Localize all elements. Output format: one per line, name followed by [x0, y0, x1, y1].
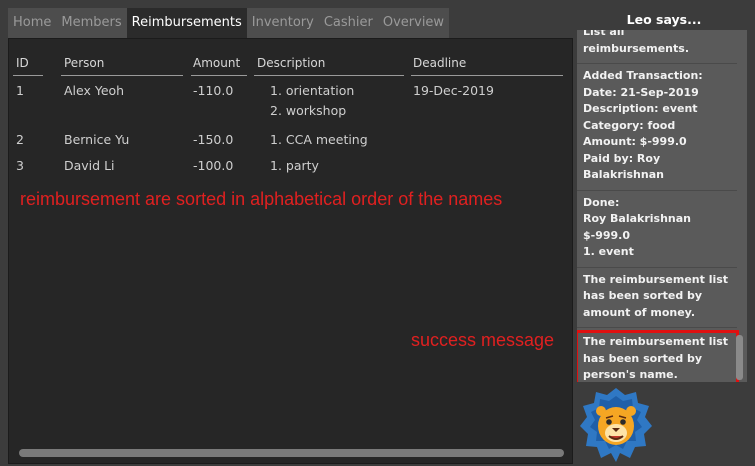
- cell-person: David Li: [64, 158, 115, 173]
- sort-annotation: reimbursement are sorted in alphabetical…: [20, 189, 503, 209]
- tab-reimbursements[interactable]: Reimbursements: [126, 8, 247, 38]
- tab-bar: Home Members Reimbursements Inventory Ca…: [8, 8, 450, 38]
- tab-overview[interactable]: Overview: [377, 8, 450, 38]
- app-window: Home Members Reimbursements Inventory Ca…: [0, 0, 755, 466]
- tab-inventory[interactable]: Inventory: [246, 8, 319, 38]
- cell-id: 3: [16, 158, 24, 173]
- column-header-id: ID: [16, 56, 29, 70]
- tab-cashier[interactable]: Cashier: [318, 8, 378, 38]
- cell-person: Alex Yeoh: [64, 83, 125, 98]
- cell-amount: -150.0: [193, 132, 234, 147]
- success-annotation: success message: [411, 330, 555, 350]
- assistant-message-panel[interactable]: List all reimbursements. Added Transacti…: [577, 30, 747, 382]
- header-divider: [191, 75, 247, 76]
- assistant-message: Added Transaction: Date: 21-Sep-2019 Des…: [577, 68, 737, 191]
- column-header-deadline: Deadline: [413, 56, 467, 70]
- message-list: List all reimbursements. Added Transacti…: [577, 30, 739, 382]
- horizontal-scrollbar[interactable]: [19, 449, 564, 457]
- header-divider: [254, 75, 404, 76]
- cell-id: 1: [16, 83, 24, 98]
- cell-description: 2. workshop: [270, 103, 347, 118]
- lion-icon: [580, 388, 652, 462]
- cell-id: 2: [16, 132, 24, 147]
- column-header-description: Description: [257, 56, 326, 70]
- vertical-scrollbar[interactable]: [736, 335, 743, 380]
- assistant-message: Done: Roy Balakrishnan $-999.0 1. event: [577, 195, 737, 268]
- header-divider: [411, 75, 563, 76]
- header-divider: [13, 75, 43, 76]
- cell-description: 1. CCA meeting: [270, 132, 368, 147]
- cell-description: 1. party: [270, 158, 319, 173]
- assistant-message-highlighted: The reimbursement list has been sorted b…: [577, 330, 739, 382]
- cell-description: 1. orientation: [270, 83, 355, 98]
- header-divider: [61, 75, 183, 76]
- cell-deadline: 19-Dec-2019: [413, 83, 494, 98]
- assistant-title: Leo says...: [626, 12, 702, 27]
- assistant-message: The reimbursement list has been sorted b…: [577, 272, 737, 328]
- tab-members[interactable]: Members: [56, 8, 127, 38]
- cell-amount: -100.0: [193, 158, 234, 173]
- cell-person: Bernice Yu: [64, 132, 130, 147]
- reimbursement-panel: ID Person Amount Description Deadline 1 …: [8, 38, 573, 464]
- cell-amount: -110.0: [193, 83, 234, 98]
- tab-home[interactable]: Home: [8, 8, 57, 38]
- column-header-person: Person: [64, 56, 105, 70]
- assistant-message: List all reimbursements.: [577, 30, 737, 64]
- column-header-amount: Amount: [193, 56, 241, 70]
